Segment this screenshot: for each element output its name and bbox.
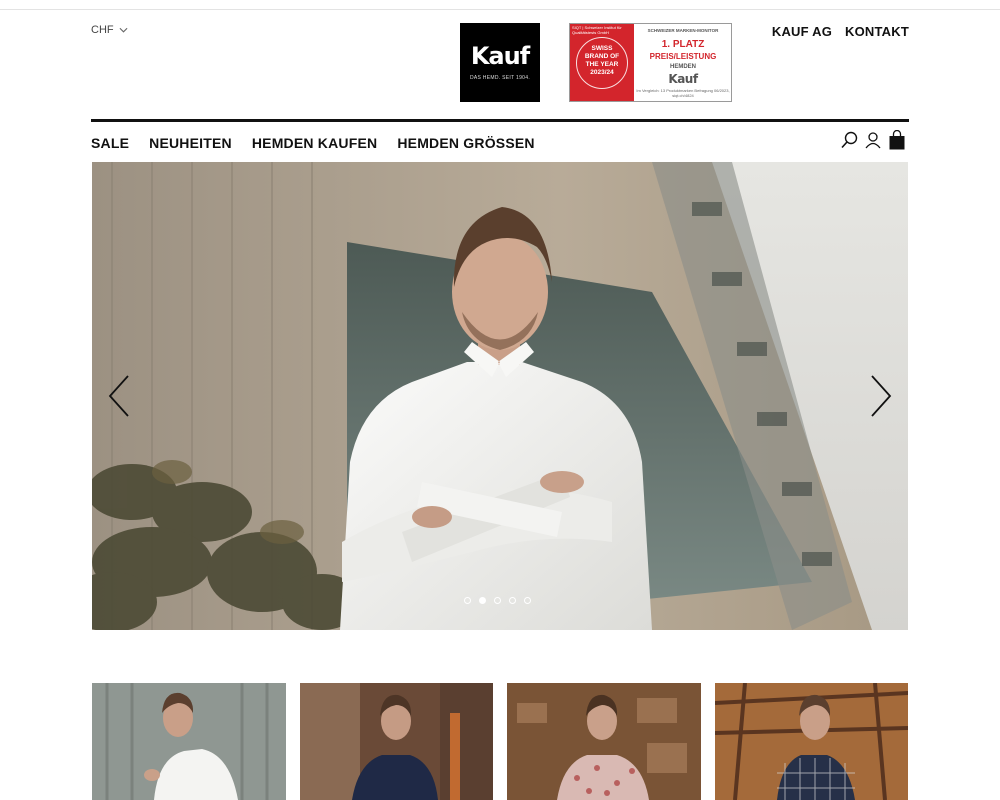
award-monitor: SCHWEIZER MARKEN-MONITOR — [647, 28, 719, 33]
nav-item-hemden-kaufen[interactable]: HEMDEN KAUFEN — [252, 135, 378, 151]
header-rule — [91, 119, 909, 122]
teaser-tile-floral-shirt[interactable] — [507, 683, 701, 800]
logo-tagline: DAS HEMD. SEIT 1904. — [469, 75, 531, 81]
award-brand: Kauf — [668, 72, 698, 86]
product-teaser-row — [92, 683, 908, 800]
header-icons — [840, 130, 906, 150]
top-links: KAUF AG KONTAKT — [772, 24, 909, 39]
chevron-down-icon — [119, 27, 128, 33]
award-text-panel: SCHWEIZER MARKEN-MONITOR 1. PLATZ PREIS/… — [634, 24, 732, 101]
award-seal-line: 2023/24 — [590, 69, 614, 76]
award-place: 1. PLATZ — [661, 39, 705, 50]
search-icon[interactable] — [840, 130, 858, 150]
main-nav: SALE NEUHEITEN HEMDEN KAUFEN HEMDEN GRÖS… — [91, 135, 535, 151]
award-category: PREIS/LEISTUNG — [649, 52, 717, 61]
award-seal-line: THE YEAR — [585, 61, 619, 68]
hero-image — [92, 162, 908, 630]
award-fine-print: Im Vergleich: 13 Produktmarken Befragung… — [636, 88, 730, 98]
user-icon[interactable] — [864, 130, 882, 150]
top-link-kauf-ag[interactable]: KAUF AG — [772, 24, 832, 39]
carousel-dot[interactable] — [524, 597, 531, 604]
currency-selector[interactable]: CHF — [91, 24, 128, 36]
currency-label: CHF — [91, 24, 114, 36]
carousel-dot[interactable] — [464, 597, 471, 604]
award-issuer: SIQT | Schweizer Institut für Qualitätst… — [572, 25, 622, 35]
award-badge: SIQT | Schweizer Institut für Qualitätst… — [569, 23, 732, 102]
hero-carousel[interactable] — [92, 162, 908, 630]
shopping-bag-icon[interactable] — [888, 130, 906, 150]
nav-item-neuheiten[interactable]: NEUHEITEN — [149, 135, 232, 151]
carousel-next-arrow[interactable] — [866, 372, 896, 420]
carousel-dots — [464, 597, 531, 604]
teaser-image — [714, 683, 908, 800]
teaser-image — [92, 683, 286, 800]
nav-item-hemden-groessen[interactable]: HEMDEN GRÖSSEN — [397, 135, 534, 151]
award-product: HEMDEN — [669, 64, 696, 70]
teaser-tile-white-shirt[interactable] — [92, 683, 286, 800]
top-divider — [0, 9, 1000, 10]
teaser-image — [507, 683, 701, 800]
teaser-tile-check-shirt[interactable] — [714, 683, 908, 800]
nav-item-sale[interactable]: SALE — [91, 135, 129, 151]
award-seal-line: SWISS — [591, 45, 613, 52]
logo-wordmark: Kauf — [470, 42, 530, 70]
teaser-image — [299, 683, 493, 800]
award-seal-line: BRAND OF — [584, 53, 620, 60]
top-link-kontakt[interactable]: KONTAKT — [845, 24, 909, 39]
award-seal-panel: SIQT | Schweizer Institut für Qualitätst… — [570, 24, 634, 101]
teaser-tile-navy-shirt[interactable] — [299, 683, 493, 800]
carousel-prev-arrow[interactable] — [104, 372, 134, 420]
brand-logo[interactable]: Kauf DAS HEMD. SEIT 1904. — [460, 23, 540, 102]
carousel-dot-active[interactable] — [479, 597, 486, 604]
carousel-dot[interactable] — [509, 597, 516, 604]
carousel-dot[interactable] — [494, 597, 501, 604]
